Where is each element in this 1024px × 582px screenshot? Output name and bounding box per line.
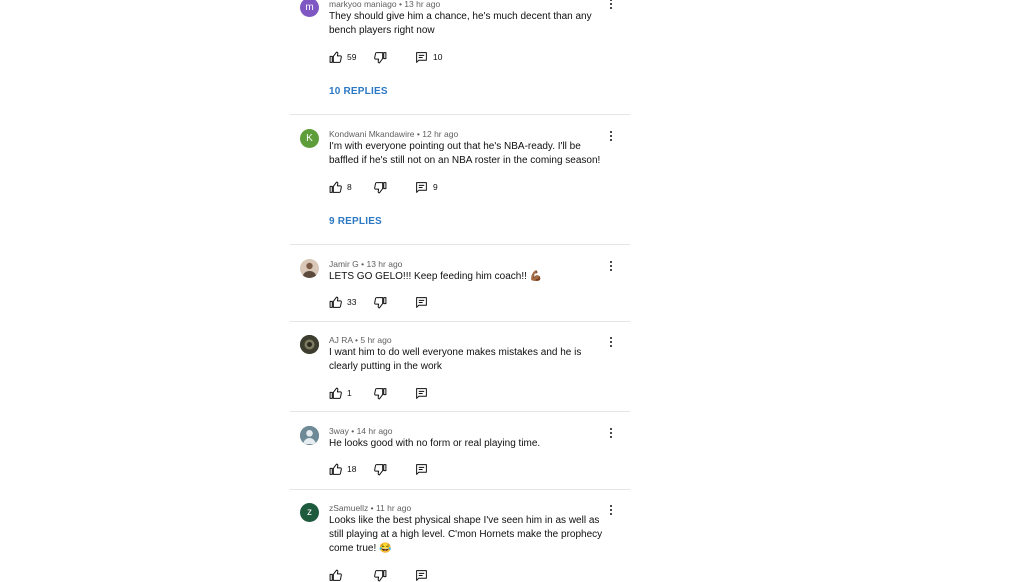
timestamp[interactable]: 12 hr ago (422, 129, 458, 139)
like-icon (329, 387, 342, 399)
avatar[interactable]: z (300, 503, 319, 522)
reply-icon (416, 296, 427, 308)
dislike-icon (374, 387, 387, 399)
reply-count: 9 (433, 182, 438, 192)
comment-text: They should give him a chance, he's much… (329, 11, 592, 36)
dislike-button[interactable] (374, 50, 387, 64)
author-name[interactable]: AJ RA (329, 335, 353, 345)
reply-icon (416, 181, 427, 193)
comment-text: I want him to do well everyone makes mis… (329, 347, 582, 372)
like-count: 33 (347, 297, 357, 307)
comment-meta: 3way • 14 hr ago (329, 426, 393, 436)
comment-text: He looks good with no form or real playi… (329, 438, 541, 449)
comment-actions: 8 9 (329, 180, 529, 194)
reply-icon (416, 51, 427, 63)
comment-text: Looks like the best physical shape I've … (329, 515, 603, 554)
comment-actions: 33 (329, 295, 529, 309)
avatar[interactable]: K (300, 129, 319, 148)
divider (290, 114, 630, 115)
comments-feed: m markyoo maniago • 13 hr ago They shoul… (0, 0, 1024, 581)
divider (290, 411, 630, 412)
like-button[interactable]: 18 (329, 462, 356, 476)
reply-button[interactable] (415, 386, 428, 400)
avatar[interactable] (300, 335, 319, 354)
reply-button[interactable] (415, 462, 428, 476)
like-button[interactable]: 59 (329, 50, 356, 64)
divider (290, 244, 630, 245)
like-count: 18 (347, 464, 357, 474)
dislike-icon (374, 296, 387, 308)
view-replies-button[interactable]: 9 REPLIES (329, 216, 382, 227)
dislike-button[interactable] (374, 180, 387, 194)
timestamp[interactable]: 14 hr ago (357, 426, 393, 436)
divider (290, 321, 630, 322)
comment-text: LETS GO GELO!!! Keep feeding him coach!!… (329, 271, 543, 282)
reply-icon (416, 463, 427, 475)
reply-icon (416, 569, 427, 581)
like-icon (329, 51, 342, 63)
reply-button[interactable] (415, 568, 428, 582)
avatar-image (300, 335, 319, 354)
comment-text: I'm with everyone pointing out that he's… (329, 141, 601, 166)
reply-button[interactable]: 10 (415, 50, 442, 64)
timestamp[interactable]: 5 hr ago (360, 335, 391, 345)
comment-meta: AJ RA • 5 hr ago (329, 335, 392, 345)
like-button[interactable]: 33 (329, 295, 356, 309)
comment-actions: 1 (329, 386, 529, 400)
comment-meta: Kondwani Mkandawire • 12 hr ago (329, 129, 459, 139)
author-name[interactable]: markyoo maniago (329, 0, 397, 9)
dislike-button[interactable] (374, 568, 387, 582)
author-name[interactable]: zSamuellz (329, 503, 368, 513)
dislike-button[interactable] (374, 295, 387, 309)
avatar[interactable]: m (300, 0, 319, 17)
author-name[interactable]: Kondwani Mkandawire (329, 129, 415, 139)
like-button[interactable]: 1 (329, 386, 352, 400)
like-icon (329, 569, 342, 581)
comment-actions: 18 (329, 462, 529, 476)
comment-meta: zSamuellz • 11 hr ago (329, 503, 412, 513)
like-button[interactable]: 8 (329, 180, 352, 194)
like-icon (329, 181, 342, 193)
view-replies-button[interactable]: 10 REPLIES (329, 86, 388, 97)
divider (290, 489, 630, 490)
like-count: 1 (347, 388, 352, 398)
like-count: 8 (347, 182, 352, 192)
dislike-icon (374, 181, 387, 193)
timestamp[interactable]: 13 hr ago (366, 259, 402, 269)
dislike-button[interactable] (374, 386, 387, 400)
timestamp[interactable]: 11 hr ago (376, 503, 411, 513)
comment-actions: 59 10 (329, 50, 529, 64)
avatar[interactable] (300, 259, 319, 278)
reply-count: 10 (433, 52, 443, 62)
avatar-image (300, 426, 319, 445)
like-count: 59 (347, 52, 357, 62)
like-icon (329, 463, 342, 475)
comment-actions (329, 568, 529, 582)
author-name[interactable]: Jamir G (329, 259, 359, 269)
comment-meta: markyoo maniago • 13 hr ago (329, 0, 441, 9)
timestamp[interactable]: 13 hr ago (404, 0, 440, 9)
dislike-button[interactable] (374, 462, 387, 476)
dislike-icon (374, 463, 387, 475)
like-button[interactable] (329, 568, 342, 582)
avatar[interactable] (300, 426, 319, 445)
avatar-image (302, 262, 317, 278)
reply-icon (416, 387, 427, 399)
reply-button[interactable] (415, 295, 428, 309)
dislike-icon (374, 51, 387, 63)
dislike-icon (374, 569, 387, 581)
comment-meta: Jamir G • 13 hr ago (329, 259, 403, 269)
author-name[interactable]: 3way (329, 426, 349, 436)
like-icon (329, 296, 342, 308)
reply-button[interactable]: 9 (415, 180, 438, 194)
